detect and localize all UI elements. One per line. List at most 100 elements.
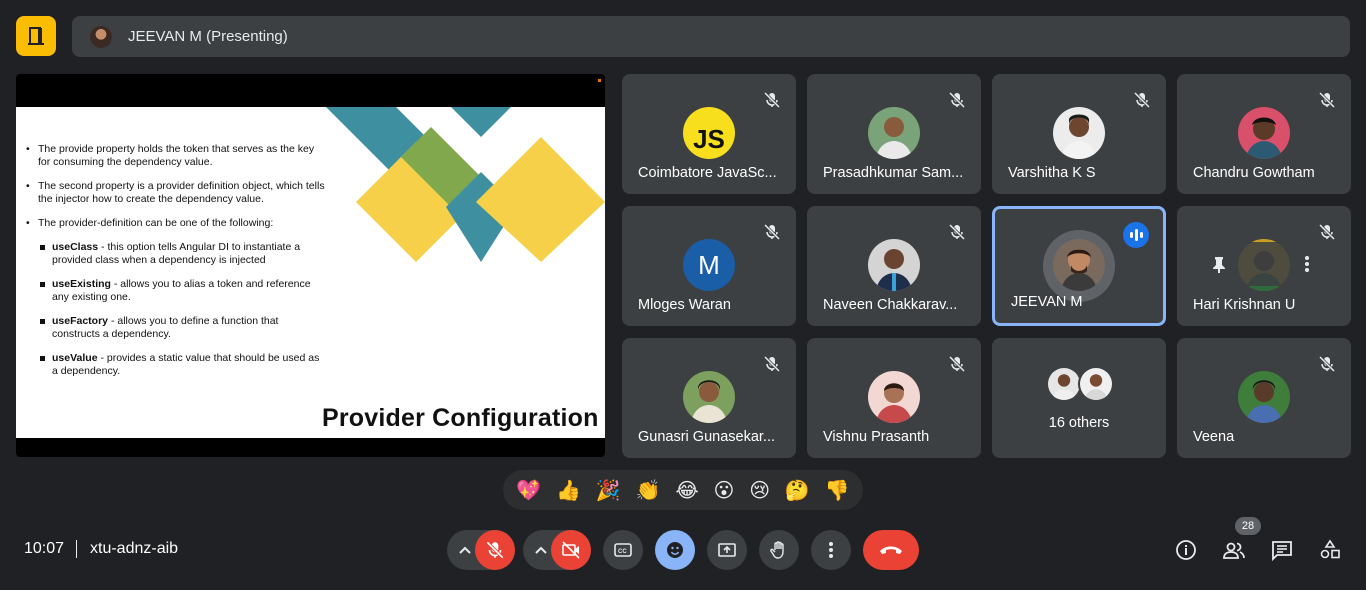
layout-button[interactable]	[16, 16, 56, 56]
avatar	[868, 371, 920, 423]
avatar	[1078, 366, 1114, 402]
mic-off-icon	[763, 91, 781, 109]
leave-call-button[interactable]	[863, 530, 919, 570]
captions-icon: CC	[614, 543, 632, 557]
presenter-label: JEEVAN M (Presenting)	[128, 28, 288, 45]
camera-toggle-button[interactable]	[551, 530, 591, 570]
reaction-thumbs-down[interactable]: 👎	[825, 480, 850, 500]
chevron-up-icon[interactable]	[531, 540, 551, 560]
avatar	[1046, 366, 1082, 402]
participant-name: Chandru Gowtham	[1193, 165, 1315, 181]
sub-term: useClass	[52, 241, 99, 253]
participant-tile[interactable]: Hari Krishnan U	[1177, 206, 1351, 326]
sub-term: useExisting	[52, 278, 111, 290]
participant-tile[interactable]: Gunasri Gunasekar...	[622, 338, 796, 458]
avatar: M	[683, 239, 735, 291]
more-options-icon[interactable]	[1297, 254, 1317, 274]
meeting-details-icon[interactable]	[1174, 538, 1198, 562]
reaction-surprised[interactable]: 😮	[714, 480, 735, 500]
participant-tile[interactable]: JS Coimbatore JavaSc...	[622, 74, 796, 194]
avatar	[1238, 107, 1290, 159]
reaction-crying[interactable]: 😢	[749, 480, 770, 500]
participant-name: Veena	[1193, 429, 1235, 445]
clock: 10:07	[24, 540, 65, 557]
people-count-badge: 28	[1235, 517, 1261, 535]
avatar	[868, 239, 920, 291]
mic-off-icon	[1318, 91, 1336, 109]
slide-title: Provider Configuration	[322, 404, 599, 432]
avatar	[1053, 239, 1105, 291]
mic-off-icon	[948, 91, 966, 109]
more-vert-icon	[829, 542, 833, 558]
participant-tile[interactable]: M Mloges Waran	[622, 206, 796, 326]
meeting-code: xtu-adnz-aib	[90, 540, 179, 557]
slide-decoration	[326, 107, 605, 262]
reaction-clapping[interactable]: 👏	[636, 480, 661, 500]
activities-icon[interactable]	[1318, 538, 1342, 562]
participant-name: Coimbatore JavaSc...	[638, 165, 777, 181]
mic-off-icon	[763, 223, 781, 241]
participant-tile[interactable]: Naveen Chakkarav...	[807, 206, 981, 326]
sub-term: useFactory	[52, 315, 109, 327]
reactions-button[interactable]	[655, 530, 695, 570]
captions-button[interactable]: CC	[603, 530, 643, 570]
divider	[76, 540, 77, 558]
slide-sub-item: useValue - provides a static value that …	[26, 352, 326, 378]
participant-tile[interactable]: Varshitha K S	[992, 74, 1166, 194]
present-icon	[718, 543, 736, 557]
participant-tile[interactable]: Chandru Gowtham	[1177, 74, 1351, 194]
participant-tile[interactable]: Veena	[1177, 338, 1351, 458]
participant-tile[interactable]: Prasadhkumar Sam...	[807, 74, 981, 194]
presenter-avatar	[90, 25, 112, 48]
microphone-toggle-button[interactable]	[475, 530, 515, 570]
camera-off-icon	[562, 541, 580, 559]
mic-off-icon	[1318, 223, 1336, 241]
speaking-indicator-icon	[1123, 222, 1149, 248]
hand-icon	[770, 541, 784, 559]
door-icon	[28, 27, 44, 45]
presenter-bar[interactable]: JEEVAN M (Presenting)	[72, 16, 1350, 57]
avatar-initials: M	[698, 249, 720, 280]
slide: The provide property holds the token tha…	[16, 107, 605, 438]
chat-icon[interactable]	[1270, 538, 1294, 562]
avatar: JS	[683, 107, 735, 159]
participant-name: Hari Krishnan U	[1193, 297, 1296, 313]
people-icon[interactable]	[1222, 538, 1246, 562]
reaction-thinking[interactable]: 🤔	[785, 480, 810, 500]
chevron-up-icon[interactable]	[455, 540, 475, 560]
avatar	[683, 371, 735, 423]
pin-icon[interactable]	[1209, 254, 1229, 274]
present-screen-button[interactable]	[707, 530, 747, 570]
reaction-thumbs-up[interactable]: 👍	[556, 480, 581, 500]
reaction-sparkling-heart[interactable]: 💖	[516, 480, 541, 500]
reactions-bar: 💖 👍 🎉 👏 😂 😮 😢 🤔 👎	[503, 470, 863, 510]
mic-off-icon	[1133, 91, 1151, 109]
mic-off-icon	[948, 355, 966, 373]
participant-tile-active[interactable]: JEEVAN M	[992, 206, 1166, 326]
mic-off-icon	[1318, 355, 1336, 373]
reaction-laughing[interactable]: 😂	[675, 480, 698, 500]
participant-name: Naveen Chakkarav...	[823, 297, 958, 313]
slide-sub-item: useClass - this option tells Angular DI …	[26, 241, 326, 267]
presentation-view[interactable]: The provide property holds the token tha…	[16, 74, 605, 457]
participant-name: Varshitha K S	[1008, 165, 1096, 181]
emoji-icon	[667, 542, 683, 558]
avatar	[1238, 371, 1290, 423]
end-call-icon	[880, 546, 902, 554]
raise-hand-button[interactable]	[759, 530, 799, 570]
participant-name: JEEVAN M	[1011, 294, 1083, 310]
more-options-button[interactable]	[811, 530, 851, 570]
participant-name: Vishnu Prasanth	[823, 429, 930, 445]
reaction-party-popper[interactable]: 🎉	[596, 480, 621, 500]
participant-tile[interactable]: Vishnu Prasanth	[807, 338, 981, 458]
participant-name: Prasadhkumar Sam...	[823, 165, 964, 181]
avatar	[868, 107, 920, 159]
participant-name: Mloges Waran	[638, 297, 731, 313]
recording-indicator	[598, 79, 601, 82]
others-tile[interactable]: 16 others	[992, 338, 1166, 458]
meet-window: JEEVAN M (Presenting) The provide proper…	[0, 0, 1366, 590]
others-avatars	[1044, 366, 1116, 402]
mic-off-icon	[763, 355, 781, 373]
others-count-label: 16 others	[1048, 415, 1110, 431]
video-control-group	[523, 530, 591, 570]
